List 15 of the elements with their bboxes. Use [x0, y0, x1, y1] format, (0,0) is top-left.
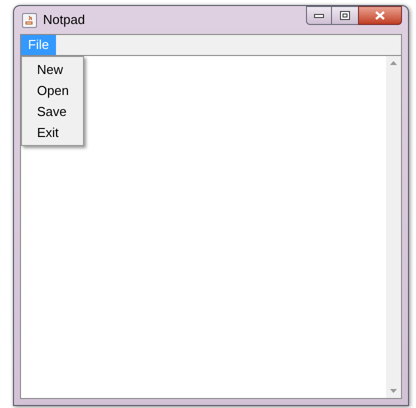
close-button[interactable]	[358, 6, 402, 25]
minimize-icon	[314, 14, 324, 18]
menu-option[interactable]: Exit	[22, 122, 83, 143]
scroll-up-icon[interactable]	[390, 61, 397, 65]
window-title: Notpad	[43, 11, 85, 30]
scrollbar[interactable]	[386, 56, 401, 398]
maximize-button[interactable]	[332, 6, 358, 25]
close-icon	[375, 11, 385, 20]
menu-option[interactable]: Save	[22, 101, 83, 122]
menu-option[interactable]: New	[22, 59, 83, 80]
scroll-down-icon[interactable]	[390, 389, 397, 393]
java-cup-icon	[22, 12, 37, 28]
maximize-icon	[340, 11, 350, 20]
menu-option[interactable]: Open	[22, 80, 83, 101]
minimize-button[interactable]	[306, 6, 332, 25]
